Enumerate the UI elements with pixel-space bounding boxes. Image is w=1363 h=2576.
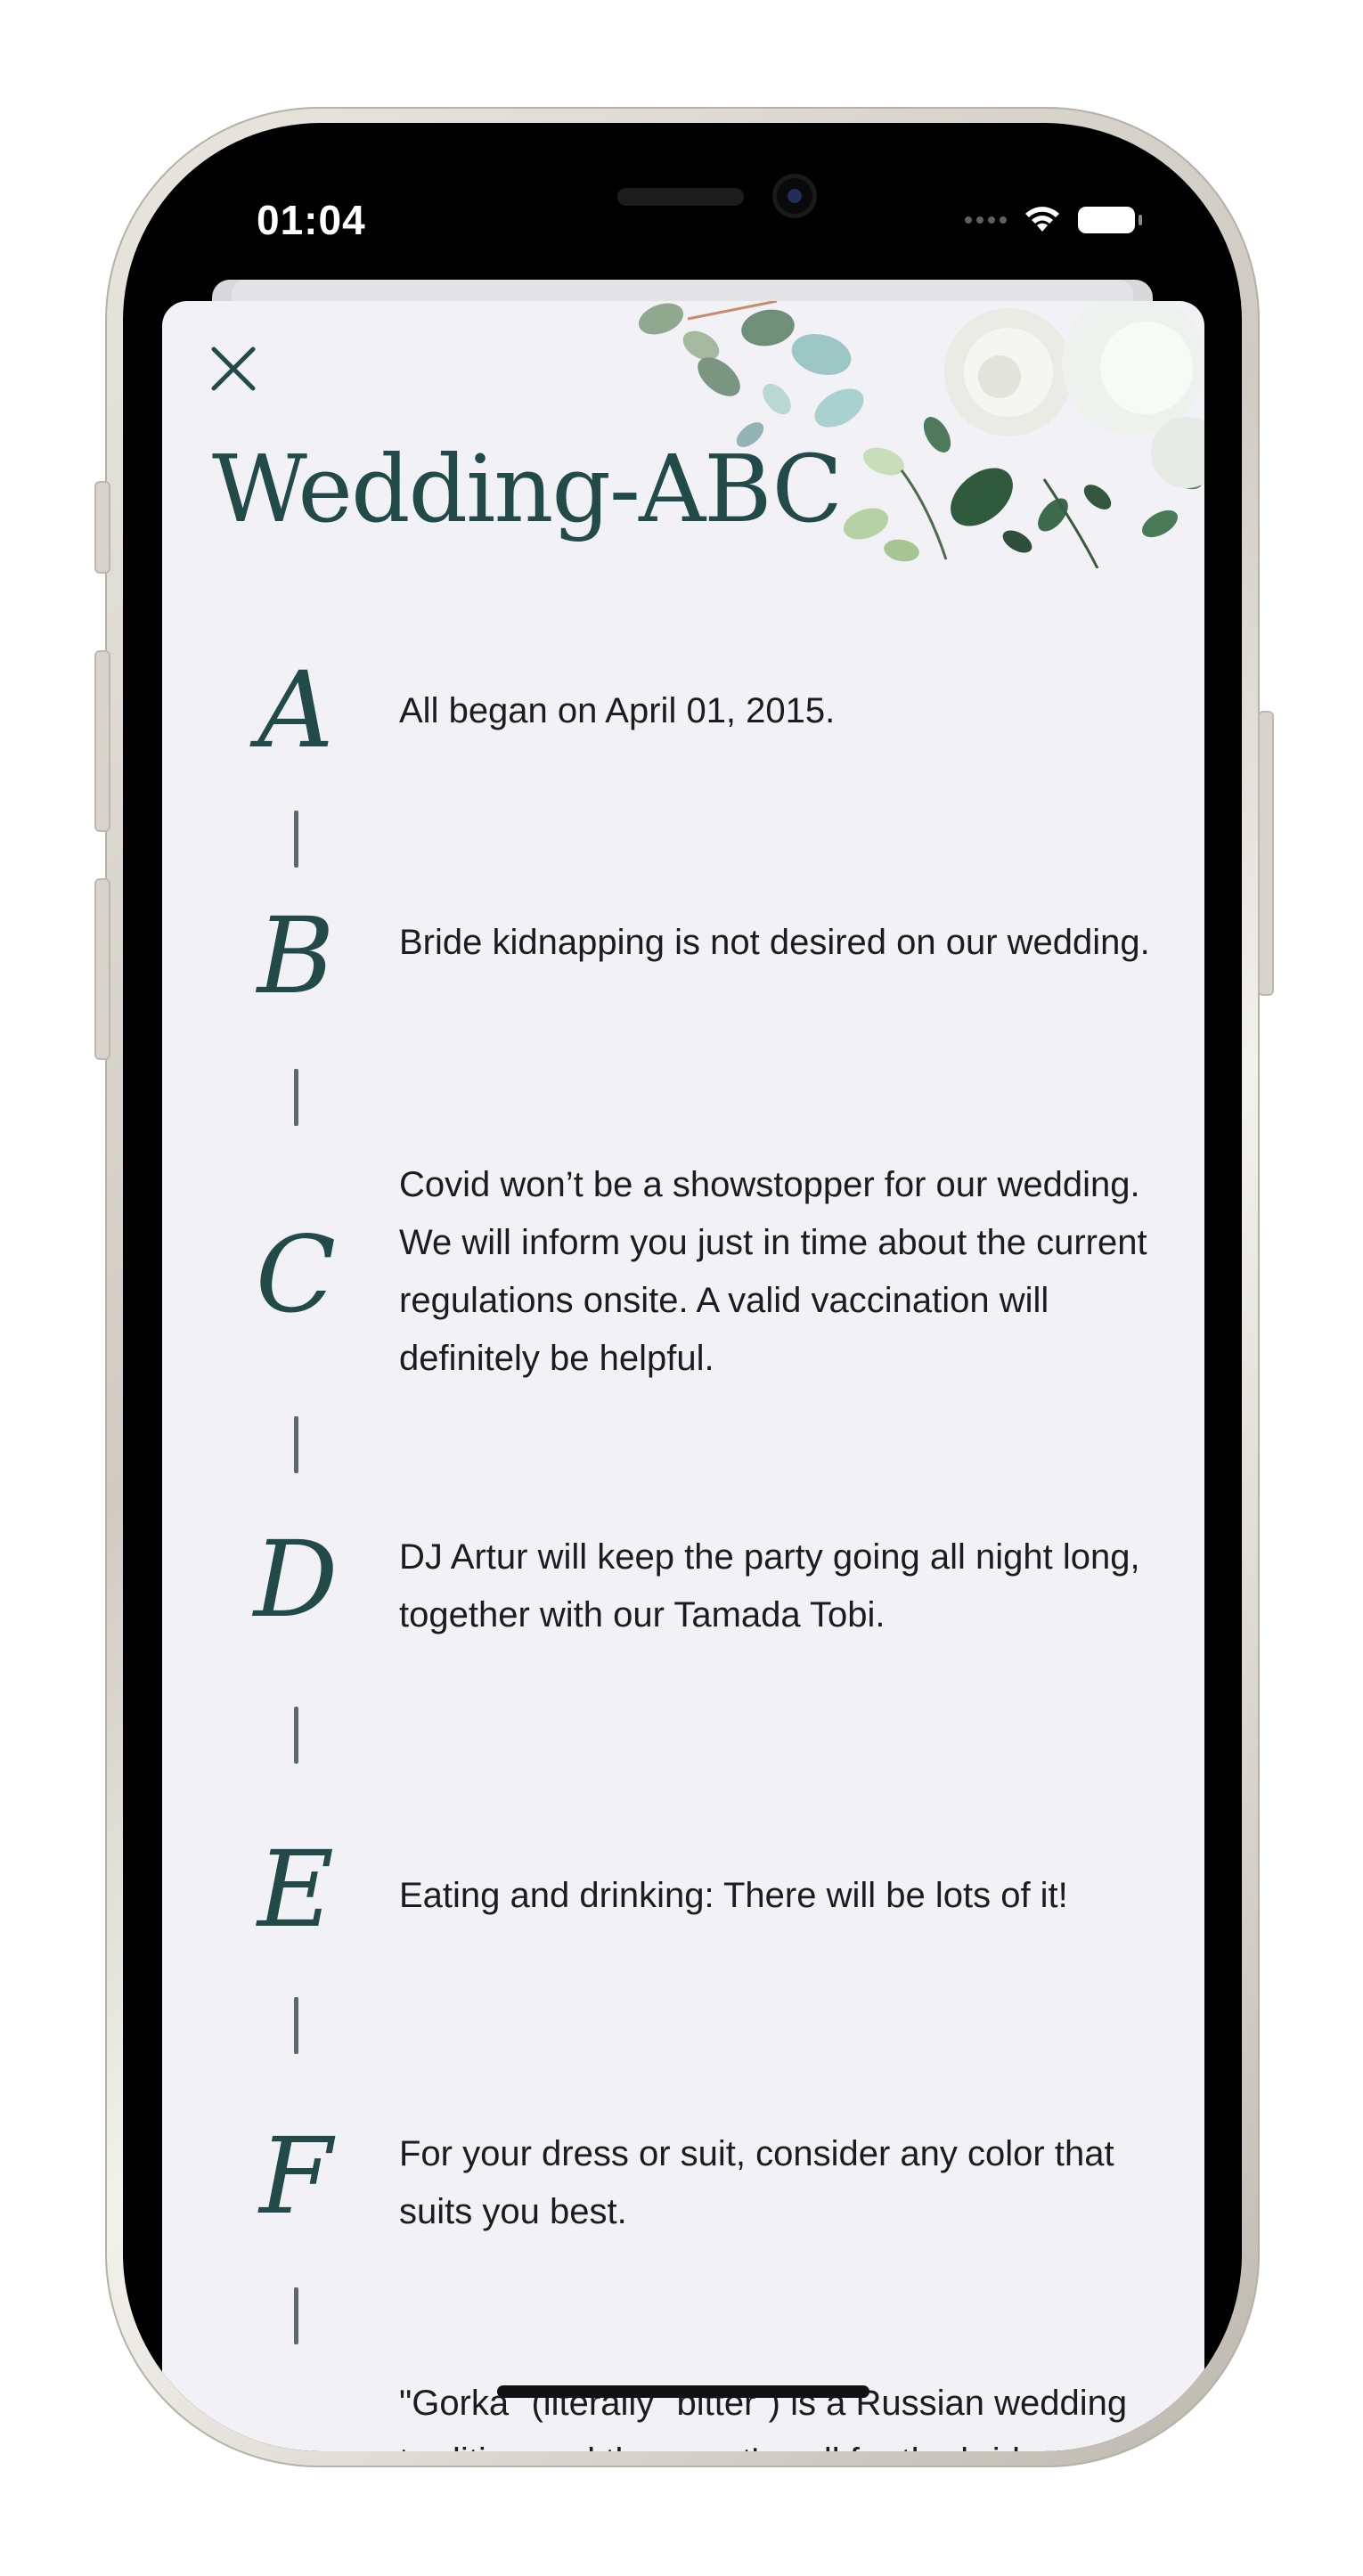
timeline-connector <box>294 811 298 868</box>
entry-text: Bride kidnapping is not desired on our w… <box>399 923 1150 962</box>
timeline-connector <box>294 1416 298 1473</box>
signal-icon <box>965 216 1007 224</box>
close-icon <box>211 346 256 391</box>
entry-text: All began on April 01, 2015. <box>399 691 836 730</box>
timeline-connector <box>294 1707 298 1764</box>
page-title: Wedding-ABC <box>212 435 843 543</box>
entry-letter: C <box>255 1213 337 1336</box>
modal-sheet: Wedding-ABC A All began on April 01, 201… <box>162 301 1204 2451</box>
entry-text: For your dress or suit, consider any col… <box>399 2134 1114 2231</box>
phone-screen: 01:04 Wedding-ABC A All began on April 0… <box>123 123 1242 2451</box>
entry-text: Eating and drinking: There will be lots … <box>399 1876 1068 1915</box>
entry-text: DJ Artur will keep the party going all n… <box>399 1537 1140 1634</box>
timeline-connector <box>294 2287 298 2344</box>
home-indicator[interactable] <box>497 2385 869 2398</box>
entry-text: Covid won’t be a showstopper for our wed… <box>399 1165 1147 1378</box>
timeline-connector <box>294 1069 298 1126</box>
entry-letter: E <box>257 1828 335 1951</box>
screenshot-stage: 01:04 Wedding-ABC A All began on April 0… <box>0 0 1363 2576</box>
earpiece-speaker <box>617 188 744 206</box>
status-indicators <box>965 205 1142 235</box>
wifi-icon <box>1025 207 1059 232</box>
power-button <box>1258 711 1274 996</box>
entry-letter: A <box>257 648 334 771</box>
volume-down-button <box>94 878 110 1060</box>
entry-letter: D <box>253 1518 339 1641</box>
volume-up-button <box>94 650 110 832</box>
entry-letter: F <box>259 2115 332 2238</box>
silent-switch <box>94 481 110 574</box>
front-camera <box>777 178 812 214</box>
status-time: 01:04 <box>257 197 366 243</box>
entry-letter: B <box>257 894 335 1017</box>
close-button[interactable] <box>207 342 260 395</box>
entry-letter: G <box>242 2446 349 2451</box>
battery-icon <box>1078 207 1142 233</box>
timeline-connector <box>294 1997 298 2054</box>
